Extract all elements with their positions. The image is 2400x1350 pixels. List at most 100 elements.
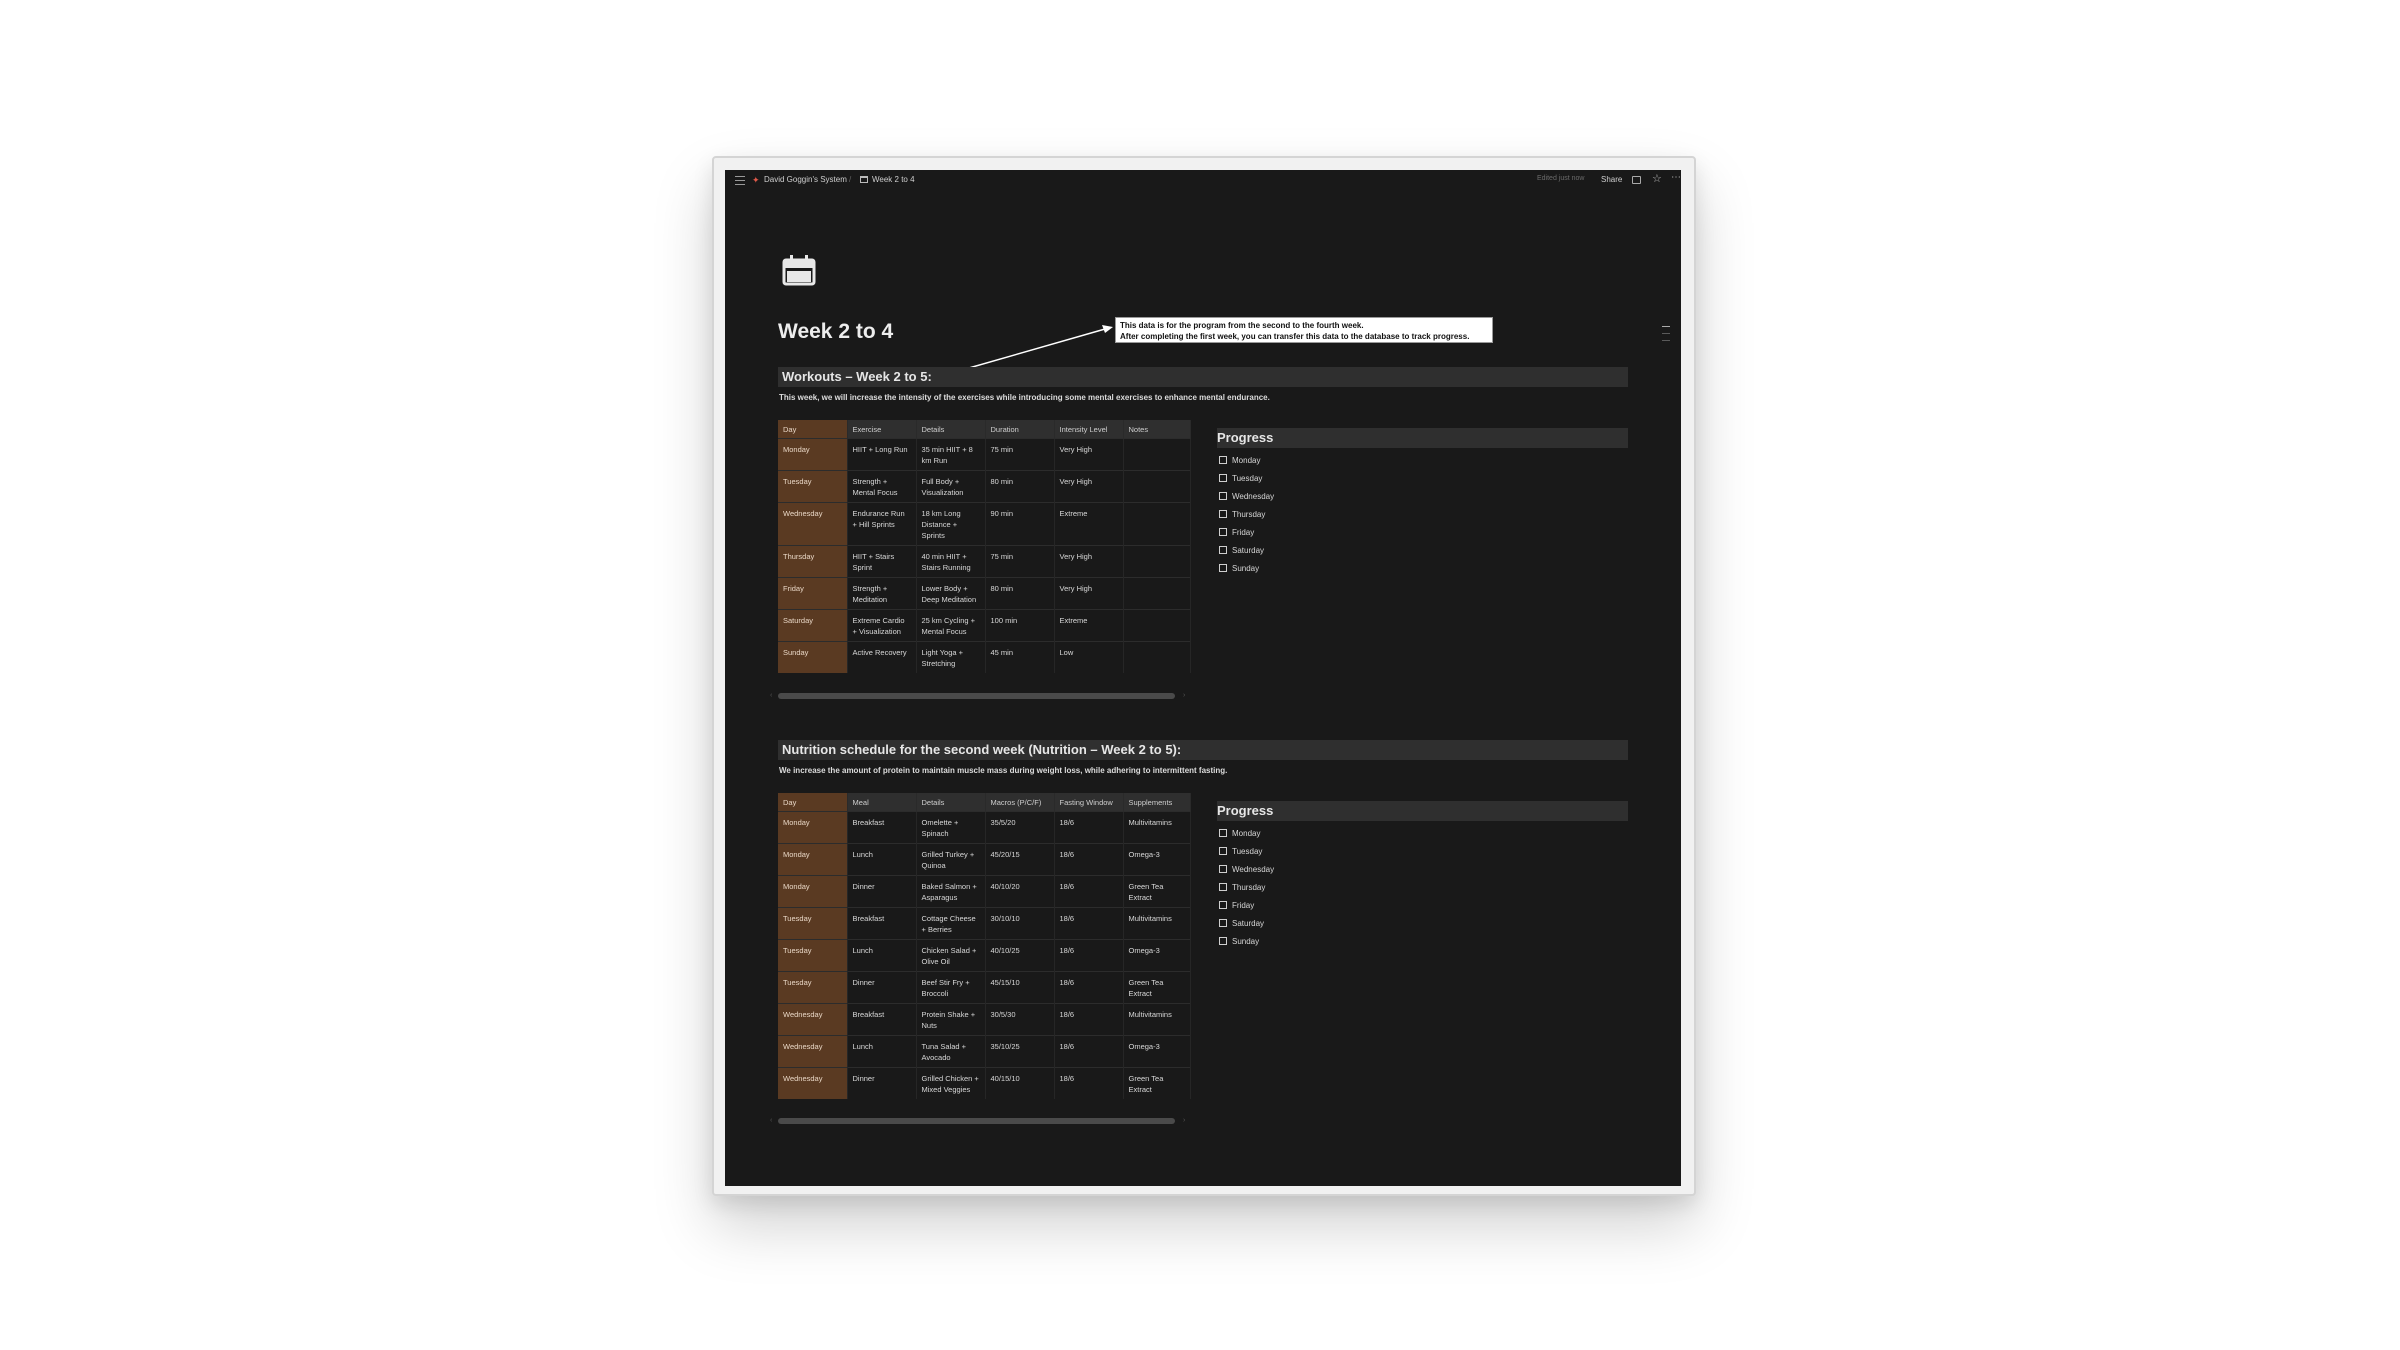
table-row[interactable]: Monday HIIT + Long Run 35 min HIIT + 8 km … bbox=[778, 438, 1191, 471]
table-cell[interactable]: Breakfast bbox=[847, 811, 917, 844]
table-cell[interactable] bbox=[1123, 577, 1191, 610]
progress-item[interactable]: Monday bbox=[1217, 824, 1274, 842]
table-cell[interactable]: Lunch bbox=[847, 1035, 917, 1068]
table-cell[interactable] bbox=[1123, 641, 1191, 673]
column-header[interactable]: Intensity Level bbox=[1054, 420, 1124, 439]
table-cell[interactable]: Saturday bbox=[778, 609, 848, 642]
table-cell[interactable]: Dinner bbox=[847, 971, 917, 1004]
table-cell[interactable]: Very High bbox=[1054, 577, 1124, 610]
checkbox[interactable] bbox=[1219, 883, 1227, 891]
table-cell[interactable]: 80 min bbox=[985, 470, 1055, 503]
column-header[interactable]: Details bbox=[916, 793, 986, 812]
table-cell[interactable]: Lower Body + Deep Meditation bbox=[916, 577, 986, 610]
checkbox[interactable] bbox=[1219, 901, 1227, 909]
table-row[interactable]: Monday Dinner Baked Salmon + Asparagus 40/1… bbox=[778, 875, 1191, 908]
progress-item[interactable]: Friday bbox=[1217, 896, 1274, 914]
table-row[interactable]: Monday Breakfast Omelette + Spinach 35/5/20… bbox=[778, 811, 1191, 844]
column-header[interactable]: Duration bbox=[985, 420, 1055, 439]
table-cell[interactable]: Friday bbox=[778, 577, 848, 610]
table-row[interactable]: Wednesday Endurance Run + Hill Sprints 18 … bbox=[778, 502, 1191, 546]
table-row[interactable]: Tuesday Lunch Chicken Salad + Olive Oil 40/… bbox=[778, 939, 1191, 972]
table-cell[interactable]: Extreme bbox=[1054, 609, 1124, 642]
table-cell[interactable]: HIIT + Stairs Sprint bbox=[847, 545, 917, 578]
table-cell[interactable]: Multivitamins bbox=[1123, 811, 1191, 844]
progress-item[interactable]: Friday bbox=[1217, 523, 1274, 541]
progress-item[interactable]: Sunday bbox=[1217, 559, 1274, 577]
progress-item[interactable]: Tuesday bbox=[1217, 842, 1274, 860]
table-cell[interactable]: Tuesday bbox=[778, 939, 848, 972]
column-header[interactable]: Exercise bbox=[847, 420, 917, 439]
table-cell[interactable]: 30/10/10 bbox=[985, 907, 1055, 940]
checkbox[interactable] bbox=[1219, 865, 1227, 873]
table-cell[interactable]: Breakfast bbox=[847, 907, 917, 940]
checkbox[interactable] bbox=[1219, 474, 1227, 482]
table-row[interactable]: Wednesday Dinner Grilled Chicken + Mixed V… bbox=[778, 1067, 1191, 1099]
table-cell[interactable]: Thursday bbox=[778, 545, 848, 578]
table-row[interactable]: Monday Lunch Grilled Turkey + Quinoa 45/20/… bbox=[778, 843, 1191, 876]
table-cell[interactable]: Full Body + Visualization bbox=[916, 470, 986, 503]
table-cell[interactable]: 18/6 bbox=[1054, 1035, 1124, 1068]
table-cell[interactable]: Omelette + Spinach bbox=[916, 811, 986, 844]
table-cell[interactable]: Monday bbox=[778, 843, 848, 876]
table-cell[interactable]: Green Tea Extract bbox=[1123, 875, 1191, 908]
column-header[interactable]: Fasting Window bbox=[1054, 793, 1124, 812]
table-cell[interactable]: Grilled Turkey + Quinoa bbox=[916, 843, 986, 876]
table-cell[interactable]: Grilled Chicken + Mixed Veggies bbox=[916, 1067, 986, 1099]
table-cell[interactable]: 18/6 bbox=[1054, 971, 1124, 1004]
table-cell[interactable]: Dinner bbox=[847, 1067, 917, 1099]
table-cell[interactable]: Green Tea Extract bbox=[1123, 1067, 1191, 1099]
table-cell[interactable]: HIIT + Long Run bbox=[847, 438, 917, 471]
scroll-left-icon[interactable]: ‹ bbox=[770, 692, 772, 699]
table-cell[interactable]: Tuesday bbox=[778, 907, 848, 940]
table-cell[interactable]: Very High bbox=[1054, 470, 1124, 503]
progress-item[interactable]: Sunday bbox=[1217, 932, 1274, 950]
table-cell[interactable]: 45 min bbox=[985, 641, 1055, 673]
table-cell[interactable]: Tuesday bbox=[778, 470, 848, 503]
table-cell[interactable]: Cottage Cheese + Berries bbox=[916, 907, 986, 940]
column-header[interactable]: Day bbox=[778, 420, 848, 439]
checkbox[interactable] bbox=[1219, 456, 1227, 464]
scroll-left-icon[interactable]: ‹ bbox=[770, 1117, 772, 1124]
table-cell[interactable]: Multivitamins bbox=[1123, 907, 1191, 940]
table-cell[interactable]: Lunch bbox=[847, 843, 917, 876]
table-cell[interactable]: Strength + Meditation bbox=[847, 577, 917, 610]
progress-item[interactable]: Thursday bbox=[1217, 878, 1274, 896]
table-cell[interactable]: 100 min bbox=[985, 609, 1055, 642]
table-row[interactable]: Wednesday Lunch Tuna Salad + Avocado 35/10/… bbox=[778, 1035, 1191, 1068]
table-cell[interactable] bbox=[1123, 609, 1191, 642]
table-cell[interactable]: Beef Stir Fry + Broccoli bbox=[916, 971, 986, 1004]
nutrition-description[interactable]: We increase the amount of protein to mai… bbox=[779, 766, 1227, 775]
workout-progress-heading[interactable]: Progress bbox=[1217, 428, 1628, 448]
table-cell[interactable]: Extreme bbox=[1054, 502, 1124, 546]
table-cell[interactable]: 35/5/20 bbox=[985, 811, 1055, 844]
column-header[interactable]: Notes bbox=[1123, 420, 1191, 439]
table-row[interactable]: Tuesday Breakfast Cottage Cheese + Berries… bbox=[778, 907, 1191, 940]
table-cell[interactable]: 45/20/15 bbox=[985, 843, 1055, 876]
table-cell[interactable]: Tuna Salad + Avocado bbox=[916, 1035, 986, 1068]
table-cell[interactable]: 75 min bbox=[985, 438, 1055, 471]
table-cell[interactable]: Sunday bbox=[778, 641, 848, 673]
table-cell[interactable]: Chicken Salad + Olive Oil bbox=[916, 939, 986, 972]
nutrition-progress-heading[interactable]: Progress bbox=[1217, 801, 1628, 821]
checkbox[interactable] bbox=[1219, 937, 1227, 945]
table-cell[interactable]: Tuesday bbox=[778, 971, 848, 1004]
outline-minimap[interactable] bbox=[1662, 326, 1670, 347]
table-cell[interactable]: Very High bbox=[1054, 545, 1124, 578]
workouts-description[interactable]: This week, we will increase the intensit… bbox=[779, 393, 1270, 402]
table-cell[interactable]: 18/6 bbox=[1054, 843, 1124, 876]
column-header[interactable]: Macros (P/C/F) bbox=[985, 793, 1055, 812]
table-cell[interactable]: Omega-3 bbox=[1123, 1035, 1191, 1068]
checkbox[interactable] bbox=[1219, 829, 1227, 837]
table-cell[interactable]: Dinner bbox=[847, 875, 917, 908]
column-header[interactable]: Details bbox=[916, 420, 986, 439]
table-cell[interactable]: Wednesday bbox=[778, 502, 848, 546]
table-cell[interactable]: 30/5/30 bbox=[985, 1003, 1055, 1036]
nutrition-scrollbar[interactable] bbox=[778, 1118, 1175, 1124]
table-cell[interactable]: Lunch bbox=[847, 939, 917, 972]
table-cell[interactable] bbox=[1123, 438, 1191, 471]
table-cell[interactable]: 80 min bbox=[985, 577, 1055, 610]
table-row[interactable]: Saturday Extreme Cardio + Visualization 25… bbox=[778, 609, 1191, 642]
table-cell[interactable]: Extreme Cardio + Visualization bbox=[847, 609, 917, 642]
checkbox[interactable] bbox=[1219, 564, 1227, 572]
table-cell[interactable]: Endurance Run + Hill Sprints bbox=[847, 502, 917, 546]
